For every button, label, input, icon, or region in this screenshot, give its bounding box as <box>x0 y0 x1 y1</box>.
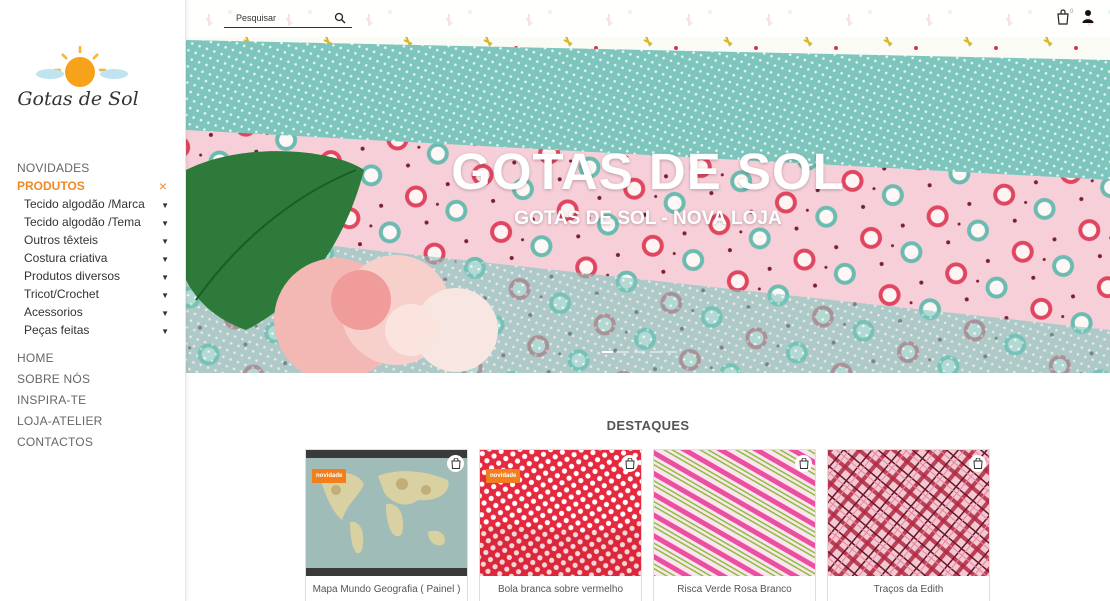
nav-inspira-te[interactable]: INSPIRA-TE <box>17 390 169 411</box>
submenu-item[interactable]: Produtos diversos ▼ <box>24 267 169 285</box>
search-icon[interactable] <box>334 12 346 24</box>
caret-down-icon[interactable]: ▼ <box>161 287 169 305</box>
product-image[interactable] <box>828 450 989 576</box>
cart-count: 0 <box>1070 9 1074 15</box>
main-nav: NOVIDADES PRODUTOS × Tecido algodão /Mar… <box>17 159 169 453</box>
submenu-item-label: Acessorios <box>24 305 83 319</box>
slider-dot[interactable] <box>602 351 613 353</box>
plaid-fabric-image <box>828 450 989 576</box>
produtos-submenu: Tecido algodão /Marca ▼ Tecido algodão /T… <box>17 195 169 339</box>
caret-down-icon[interactable]: ▼ <box>161 215 169 233</box>
add-to-cart-button[interactable] <box>621 455 638 472</box>
product-name[interactable]: Traços da Edith <box>828 576 989 596</box>
shopping-bag-icon <box>798 458 809 469</box>
submenu-item[interactable]: Tecido algodão /Tema ▼ <box>24 213 169 231</box>
slider-dot[interactable] <box>650 351 661 353</box>
product-card[interactable]: novidade Mapa Mundo Geografia ( Painel ) <box>305 449 468 601</box>
shopping-bag-icon <box>972 458 983 469</box>
nav-lower-links: HOME SOBRE NÓS INSPIRA-TE LOJA-ATELIER C… <box>17 348 169 453</box>
caret-down-icon[interactable]: ▼ <box>161 269 169 287</box>
add-to-cart-button[interactable] <box>795 455 812 472</box>
product-name[interactable]: Bola branca sobre vermelho <box>480 576 641 596</box>
hero-title: GOTAS DE SOL <box>451 143 845 200</box>
submenu-item-label: Tecido algodão /Marca <box>24 197 145 211</box>
submenu-item-label: Costura criativa <box>24 251 108 265</box>
product-card[interactable]: Risca Verde Rosa Branco <box>653 449 816 601</box>
nav-loja-atelier[interactable]: LOJA-ATELIER <box>17 411 169 432</box>
shopping-bag-icon <box>450 458 461 469</box>
slider-dot[interactable] <box>634 351 645 353</box>
slider-dots <box>602 351 677 353</box>
submenu-item-label: Tricot/Crochet <box>24 287 99 301</box>
nav-sobre-nos[interactable]: SOBRE NÓS <box>17 369 169 390</box>
submenu-item[interactable]: Tricot/Crochet ▼ <box>24 285 169 303</box>
sidebar: Gotas de Sol NOVIDADES PRODUTOS × Tecido… <box>0 0 186 601</box>
product-image[interactable]: novidade <box>480 450 641 576</box>
striped-fabric-image <box>654 450 815 576</box>
top-header: 0 <box>186 0 1110 37</box>
caret-down-icon[interactable]: ▼ <box>161 251 169 269</box>
product-name[interactable]: Mapa Mundo Geografia ( Painel ) <box>306 576 467 596</box>
slider-dot[interactable] <box>618 351 629 353</box>
caret-down-icon[interactable]: ▼ <box>161 233 169 251</box>
product-image[interactable] <box>654 450 815 576</box>
nav-produtos-label: PRODUTOS <box>17 179 85 193</box>
shopping-bag-icon[interactable] <box>1056 9 1070 25</box>
nav-contactos[interactable]: CONTACTOS <box>17 432 169 453</box>
submenu-item[interactable]: Peças feitas ▼ <box>24 321 169 339</box>
novidade-badge: novidade <box>486 469 521 483</box>
svg-text:Gotas de Sol: Gotas de Sol <box>18 88 138 110</box>
product-card[interactable]: novidade Bola branca sobre vermelho <box>479 449 642 601</box>
close-icon[interactable]: × <box>159 177 167 195</box>
search-box <box>224 9 352 28</box>
featured-products: novidade Mapa Mundo Geografia ( Painel ) <box>305 449 990 601</box>
novidade-badge: novidade <box>312 469 347 483</box>
sun-icon <box>36 46 128 87</box>
submenu-item-label: Tecido algodão /Tema <box>24 215 141 229</box>
caret-down-icon[interactable]: ▼ <box>161 305 169 323</box>
submenu-item[interactable]: Tecido algodão /Marca ▼ <box>24 195 169 213</box>
submenu-item[interactable]: Acessorios ▼ <box>24 303 169 321</box>
search-input[interactable] <box>236 11 331 25</box>
shopping-bag-icon <box>624 458 635 469</box>
submenu-item[interactable]: Outros têxteis ▼ <box>24 231 169 249</box>
submenu-item[interactable]: Costura criativa ▼ <box>24 249 169 267</box>
nav-home[interactable]: HOME <box>17 348 169 369</box>
product-image[interactable]: novidade <box>306 450 467 576</box>
featured-title: DESTAQUES <box>606 418 690 433</box>
add-to-cart-button[interactable] <box>969 455 986 472</box>
product-name[interactable]: Risca Verde Rosa Branco <box>654 576 815 596</box>
nav-produtos[interactable]: PRODUTOS × <box>17 177 169 195</box>
slider-dot[interactable] <box>666 351 677 353</box>
nav-novidades[interactable]: NOVIDADES <box>17 159 169 177</box>
caret-down-icon[interactable]: ▼ <box>161 197 169 215</box>
hero-banner[interactable]: GOTAS DE SOL GOTAS DE SOL - NOVA LOJA <box>186 0 1110 373</box>
hero-subtitle: GOTAS DE SOL - NOVA LOJA <box>514 208 782 229</box>
add-to-cart-button[interactable] <box>447 455 464 472</box>
caret-down-icon[interactable]: ▼ <box>161 323 169 341</box>
user-icon[interactable] <box>1082 9 1094 23</box>
submenu-item-label: Peças feitas <box>24 323 90 337</box>
product-card[interactable]: Traços da Edith <box>827 449 990 601</box>
gotas-de-sol-logo[interactable]: Gotas de Sol <box>18 40 138 120</box>
submenu-item-label: Produtos diversos <box>24 269 121 283</box>
submenu-item-label: Outros têxteis <box>24 233 99 247</box>
